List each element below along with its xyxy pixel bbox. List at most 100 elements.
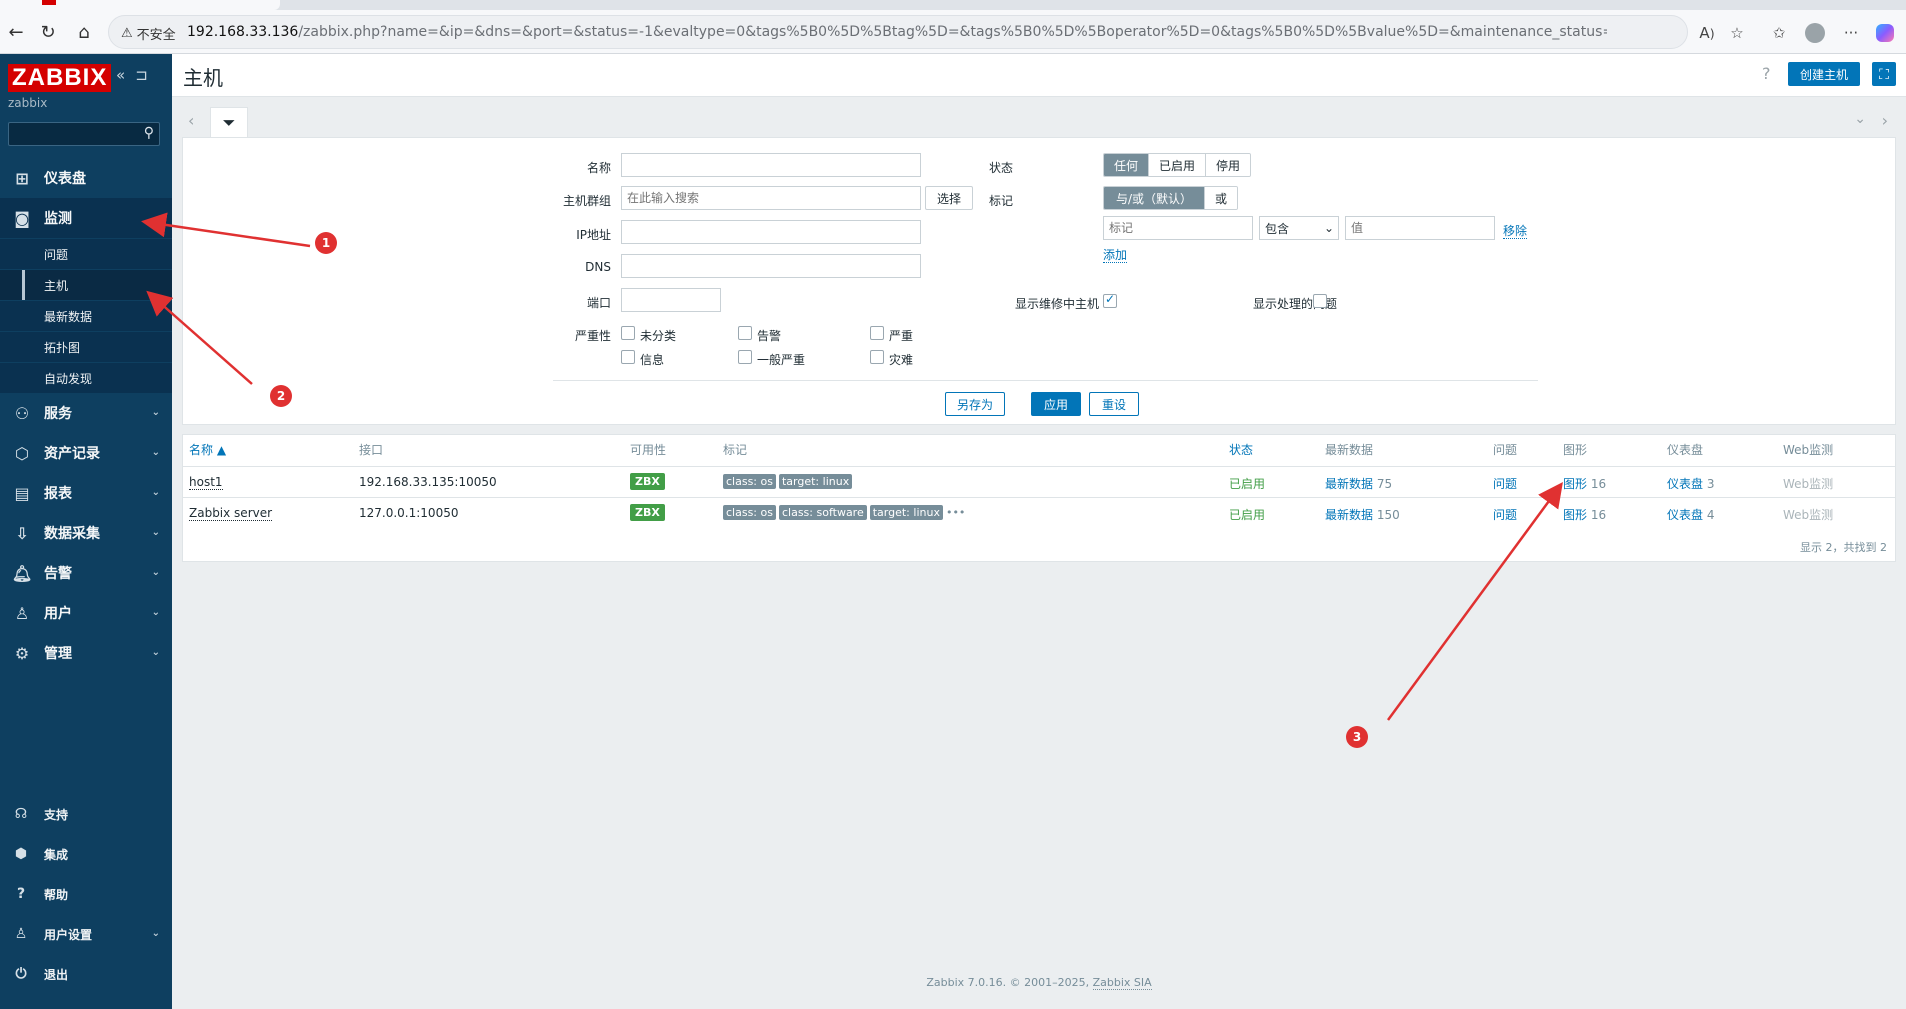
severity-high-label: 严重: [889, 329, 914, 343]
status-disabled-option[interactable]: 停用: [1206, 154, 1251, 176]
chevron-down-icon: ⌄: [151, 447, 160, 458]
show-suppressed-checkbox[interactable]: [1313, 294, 1327, 308]
ip-input[interactable]: [621, 220, 921, 244]
dns-input[interactable]: [621, 254, 921, 278]
menu-item-dashboard[interactable]: ⊞ 仪表盘: [0, 158, 172, 198]
tag-badge[interactable]: class: software: [778, 505, 867, 520]
menu-item-reports[interactable]: ▤ 报表 ⌄: [0, 473, 172, 513]
address-bar[interactable]: ⚠ 不安全 192.168.33.136/zabbix.php?name=&ip=…: [108, 15, 1688, 49]
menu-item-user-settings[interactable]: ♙ 用户设置 ⌄: [0, 914, 172, 954]
zabbix-sia-link[interactable]: Zabbix SIA: [1092, 976, 1152, 990]
latest-data-link[interactable]: 最新数据 75: [1325, 475, 1392, 492]
menu-item-support[interactable]: ☊ 支持: [0, 794, 172, 834]
tag-operator-select[interactable]: 包含 ⌄: [1259, 216, 1339, 240]
severity-not-classified-checkbox[interactable]: [621, 326, 635, 340]
host-status-link[interactable]: 已启用: [1229, 506, 1265, 523]
menu-item-administration[interactable]: ⚙ 管理 ⌄: [0, 633, 172, 673]
kiosk-mode-icon[interactable]: ⊐: [135, 66, 148, 84]
copilot-icon[interactable]: [1874, 22, 1896, 44]
status-label: 状态: [988, 161, 1013, 175]
status-any-option[interactable]: 任何: [1104, 154, 1150, 176]
zbx-availability-badge[interactable]: ZBX: [630, 504, 665, 521]
hostgroup-input[interactable]: [621, 186, 921, 210]
tags-or-option[interactable]: 或: [1205, 187, 1238, 209]
severity-high-checkbox[interactable]: [870, 326, 884, 340]
security-indicator[interactable]: ⚠ 不安全: [121, 24, 176, 43]
severity-average-checkbox[interactable]: [738, 350, 752, 364]
remove-tag-link[interactable]: 移除: [1503, 222, 1528, 239]
chevron-left-icon[interactable]: ‹: [188, 111, 194, 130]
zbx-availability-badge[interactable]: ZBX: [630, 473, 665, 490]
menu-item-data-collection[interactable]: ⇩ 数据采集 ⌄: [0, 513, 172, 553]
submenu-item-discovery[interactable]: 自动发现: [0, 362, 172, 393]
graphs-link[interactable]: 图形 16: [1563, 506, 1606, 523]
chevron-right-icon[interactable]: ›: [1882, 111, 1888, 130]
chevron-down-icon: ⌄: [151, 607, 160, 618]
favorites-list-icon[interactable]: ✩: [1768, 22, 1790, 44]
back-arrow-icon[interactable]: ←: [4, 20, 28, 44]
tags-and-or-option[interactable]: 与/或（默认）: [1104, 187, 1206, 209]
submenu-item-latest-data[interactable]: 最新数据: [0, 300, 172, 331]
create-host-button[interactable]: 创建主机: [1788, 62, 1860, 86]
menu-item-services[interactable]: ⚇ 服务 ⌄: [0, 393, 172, 433]
host-name-link[interactable]: Zabbix server: [189, 506, 273, 521]
menu-search-input[interactable]: ⚲: [8, 122, 160, 146]
submenu-item-hosts[interactable]: 主机: [0, 269, 172, 301]
host-name-link[interactable]: host1: [189, 475, 223, 490]
menu-item-inventory[interactable]: ⬡ 资产记录 ⌄: [0, 433, 172, 473]
column-header-status[interactable]: 状态: [1229, 441, 1253, 458]
name-input[interactable]: [621, 153, 921, 177]
zabbix-logo[interactable]: ZABBIX: [8, 64, 112, 92]
menu-item-monitoring[interactable]: ◙ 监测: [0, 198, 172, 238]
tag-badge[interactable]: target: linux: [778, 474, 853, 489]
profile-avatar-icon[interactable]: [1804, 22, 1826, 44]
fullscreen-icon[interactable]: ⛶: [1872, 62, 1896, 86]
reload-icon[interactable]: ↻: [36, 20, 60, 44]
chevron-down-icon: ⌄: [151, 928, 160, 939]
submenu-item-problems[interactable]: 问题: [0, 238, 172, 269]
graphs-link[interactable]: 图形 16: [1563, 475, 1606, 492]
search-icon[interactable]: ⚲: [144, 125, 154, 141]
read-aloud-icon[interactable]: A): [1696, 22, 1718, 44]
save-as-button[interactable]: 另存为: [945, 392, 1005, 416]
menu-item-integrations[interactable]: ⬢ 集成: [0, 834, 172, 874]
menu-item-help[interactable]: ? 帮助: [0, 874, 172, 914]
severity-warning-checkbox[interactable]: [738, 326, 752, 340]
status-enabled-option[interactable]: 已启用: [1149, 154, 1207, 176]
tag-name-input[interactable]: [1103, 216, 1253, 240]
collapse-sidebar-icon[interactable]: «: [116, 66, 125, 84]
monitoring-submenu: 问题 主机 最新数据 拓扑图 自动发现: [0, 238, 172, 393]
tag-value-input[interactable]: [1345, 216, 1495, 240]
menu-item-alerts[interactable]: 🔔︎ 告警 ⌄: [0, 553, 172, 593]
menu-item-signout[interactable]: ⏻ 退出: [0, 954, 172, 994]
more-options-icon[interactable]: ···: [1840, 22, 1862, 44]
severity-disaster-checkbox[interactable]: [870, 350, 884, 364]
home-icon[interactable]: ⌂: [72, 20, 96, 44]
main-menu: ⊞ 仪表盘 ◙ 监测 问题 主机 最新数据 拓扑图 自动发现 ⚇ 服务 ⌄ ⬡ 资产记录 ⌄…: [0, 158, 172, 673]
host-status-link[interactable]: 已启用: [1229, 475, 1265, 492]
favorite-star-icon[interactable]: ☆: [1726, 22, 1748, 44]
column-header-name[interactable]: 名称 ▲: [189, 441, 226, 458]
tag-badge[interactable]: target: linux: [869, 505, 943, 520]
filter-funnel-icon[interactable]: ⏷: [210, 107, 248, 137]
help-icon[interactable]: ?: [1762, 64, 1771, 83]
dashboards-link[interactable]: 仪表盘 3: [1667, 475, 1714, 492]
show-maintenance-checkbox[interactable]: [1103, 292, 1117, 308]
menu-item-users[interactable]: ♙ 用户 ⌄: [0, 593, 172, 633]
tag-badge[interactable]: class: os: [723, 505, 776, 520]
apply-button[interactable]: 应用: [1031, 392, 1081, 416]
port-input[interactable]: [621, 288, 721, 312]
dashboards-link[interactable]: 仪表盘 4: [1667, 506, 1714, 523]
annotation-badge-3: 3: [1346, 726, 1368, 748]
results-count: 显示 2，共找到 2: [1800, 541, 1887, 554]
chevron-down-icon[interactable]: ⌄: [1854, 111, 1866, 127]
severity-information-checkbox[interactable]: [621, 350, 635, 364]
more-tags-icon[interactable]: •••: [946, 506, 965, 519]
add-tag-link[interactable]: 添加: [1103, 246, 1128, 263]
problems-link[interactable]: 问题: [1493, 506, 1517, 523]
problems-link[interactable]: 问题: [1493, 475, 1517, 492]
submenu-item-maps[interactable]: 拓扑图: [0, 331, 172, 362]
latest-data-link[interactable]: 最新数据 150: [1325, 506, 1400, 523]
reset-button[interactable]: 重设: [1089, 392, 1139, 416]
tag-badge[interactable]: class: os: [723, 474, 776, 489]
